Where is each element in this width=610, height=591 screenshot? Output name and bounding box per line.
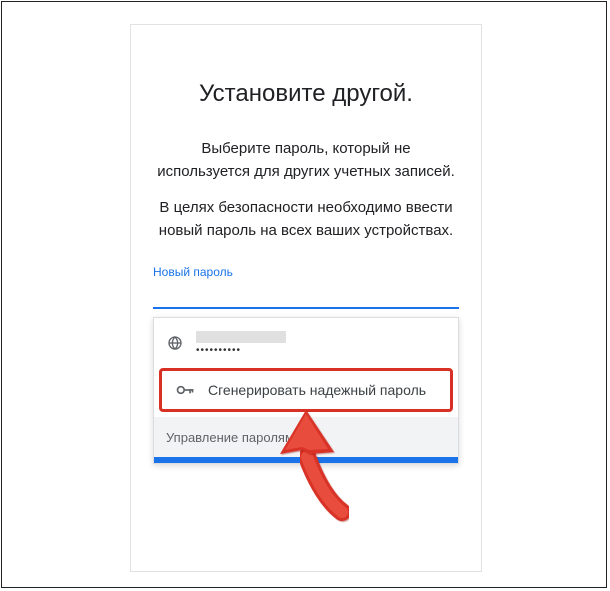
dropdown-accent-bar bbox=[154, 457, 458, 463]
generate-password-button[interactable]: Сгенерировать надежный пароль bbox=[159, 368, 453, 412]
new-password-label: Новый пароль bbox=[153, 265, 233, 279]
screenshot-frame: Установите другой. Выберите пароль, кото… bbox=[1, 1, 607, 588]
generate-password-label: Сгенерировать надежный пароль bbox=[208, 382, 426, 398]
password-suggestion-dropdown: •••••••••• Сгенерировать надежный пароль… bbox=[153, 317, 459, 464]
new-password-input[interactable] bbox=[153, 307, 459, 309]
desc-line-1: Выберите пароль, который не используется… bbox=[153, 137, 459, 184]
page-title: Установите другой. bbox=[131, 80, 481, 108]
globe-icon bbox=[166, 334, 184, 352]
manage-passwords-link[interactable]: Управление паролями bbox=[154, 417, 458, 457]
saved-password-dots: •••••••••• bbox=[196, 346, 286, 356]
saved-username-redacted bbox=[196, 331, 286, 343]
desc-line-2: В целях безопасности необходимо ввести н… bbox=[153, 196, 459, 243]
saved-password-content: •••••••••• bbox=[196, 331, 286, 356]
saved-password-item[interactable]: •••••••••• bbox=[154, 318, 458, 368]
key-icon bbox=[174, 381, 196, 399]
password-card: Установите другой. Выберите пароль, кото… bbox=[130, 24, 482, 572]
manage-passwords-label: Управление паролями bbox=[166, 430, 301, 445]
description: Выберите пароль, который не используется… bbox=[153, 137, 459, 254]
